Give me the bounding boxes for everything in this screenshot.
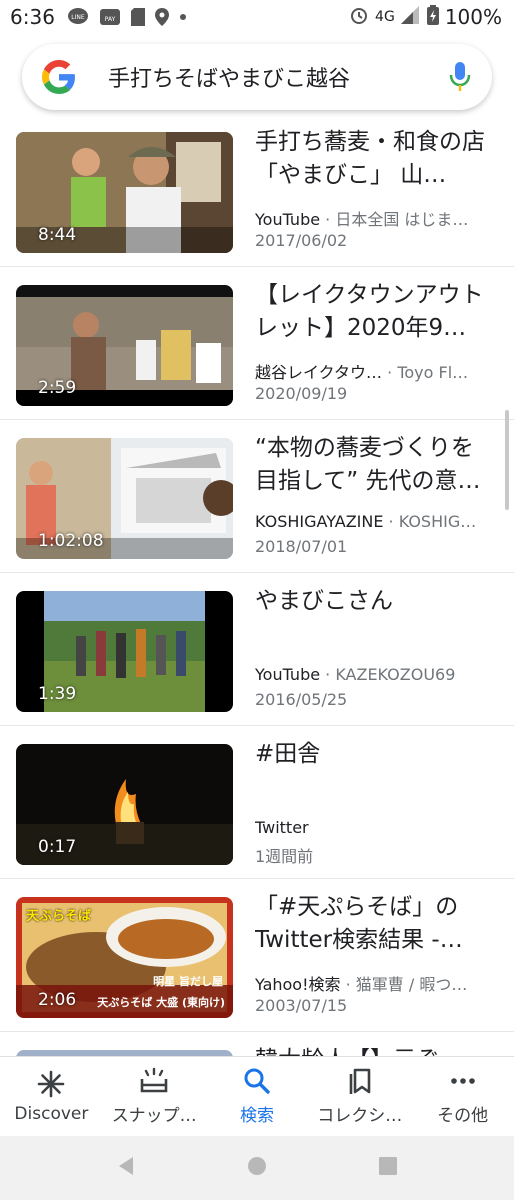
search-icon [242, 1067, 272, 1095]
network-label: 4G [375, 9, 395, 25]
video-duration: 0:17 [38, 837, 77, 857]
sd-card-icon [130, 8, 145, 26]
channel-name: 日本全国 はじま… [335, 210, 469, 229]
nav-label: 検索 [239, 1106, 274, 1126]
result-item[interactable]: 2:59 【レイクタウンアウトレット】2020年9… 越谷レイクタウ… · To… [0, 267, 514, 420]
result-source: KOSHIGAYAZINE · KOSHIG… [255, 512, 477, 531]
video-thumbnail[interactable]: 8:44 [16, 132, 233, 253]
results-list: 8:44 手打ち蕎麦・和食の店「やまびこ」 山… YouTube · 日本全国 … [0, 114, 514, 1056]
result-title[interactable]: 韓大龄人【】元ぞ… [255, 1044, 495, 1056]
result-item[interactable]: 8:44 手打ち蕎麦・和食の店「やまびこ」 山… YouTube · 日本全国 … [0, 114, 514, 267]
nav-discover[interactable]: Discover [0, 1057, 103, 1136]
video-thumbnail[interactable]: 2:59 [16, 285, 233, 406]
status-bar: 6:36 LINE PAY 4G 100% [0, 0, 514, 34]
video-thumbnail[interactable]: 0:17 [16, 744, 233, 865]
result-item[interactable]: 0:17 #田舎 Twitter 1週間前 [0, 726, 514, 879]
result-item[interactable]: 1:02:08 “本物の蕎麦づくりを目指して” 先代の意… KOSHIGAYAZ… [0, 420, 514, 573]
line-app-icon: LINE [67, 7, 89, 27]
home-icon[interactable] [246, 1155, 268, 1181]
result-title[interactable]: 手打ち蕎麦・和食の店「やまびこ」 山… [255, 126, 495, 192]
result-source: Yahoo!検索 · 猫軍曹 / 暇つ… [255, 975, 468, 994]
video-duration: 2:06 [38, 990, 77, 1010]
result-title[interactable]: “本物の蕎麦づくりを目指して” 先代の意… [255, 432, 495, 498]
source-name: KOSHIGAYAZINE [255, 512, 384, 531]
source-name: 越谷レイクタウ… [255, 363, 383, 382]
alarm-icon [349, 5, 369, 30]
notification-dot-icon [179, 13, 187, 21]
result-title[interactable]: 【レイクタウンアウトレット】2020年9… [255, 279, 495, 345]
location-icon [154, 8, 169, 26]
nav-more[interactable]: その他 [411, 1057, 514, 1136]
video-thumbnail[interactable]: 天ぷらそば 明星 旨だし屋 天ぷらそば 大盛 (東向け) 2:06 [16, 897, 233, 1018]
thumb-product-text: 天ぷらそば 大盛 (東向け) [97, 996, 225, 1009]
result-source: YouTube · KAZEKOZOU69 [255, 665, 456, 684]
video-thumbnail[interactable]: 1:39 [16, 591, 233, 712]
scrollbar[interactable] [505, 410, 509, 510]
result-source: 越谷レイクタウ… · Toyo Fl… [255, 363, 469, 382]
source-name: Yahoo!検索 [255, 975, 341, 994]
microphone-icon[interactable] [448, 60, 472, 94]
result-item[interactable]: 韓大龄人【】元ぞ… [0, 1032, 514, 1056]
search-query[interactable]: 手打ちそばやまびこ越谷 [108, 61, 448, 93]
snapshot-icon [139, 1067, 169, 1095]
svg-text:PAY: PAY [105, 16, 116, 23]
asterisk-icon [36, 1070, 66, 1098]
result-title[interactable]: 「#天ぷらそば」のTwitter検索結果 -… [255, 891, 495, 957]
search-box[interactable]: 手打ちそばやまびこ越谷 [22, 44, 492, 110]
battery-percent: 100% [444, 5, 502, 29]
channel-name: Toyo Fl… [397, 363, 469, 382]
result-title[interactable]: やまびこさん [255, 585, 495, 618]
source-name: Twitter [255, 818, 309, 837]
result-title[interactable]: #田舎 [255, 738, 495, 771]
nav-label: コレクシ… [317, 1106, 403, 1126]
nav-collections[interactable]: コレクシ… [308, 1057, 411, 1136]
more-icon [448, 1067, 478, 1095]
collections-icon [345, 1067, 375, 1095]
status-time: 6:36 [10, 5, 55, 29]
video-duration: 1:39 [38, 684, 77, 704]
nav-search[interactable]: 検索 [206, 1057, 309, 1136]
nav-label: Discover [14, 1103, 89, 1124]
thumb-brand-text: 明星 旨だし屋 [153, 975, 223, 988]
nav-label: その他 [437, 1106, 489, 1126]
result-source: Twitter [255, 818, 495, 837]
video-thumbnail[interactable]: 1:02:08 [16, 438, 233, 559]
result-item[interactable]: 天ぷらそば 明星 旨だし屋 天ぷらそば 大盛 (東向け) 2:06 「#天ぷらそ… [0, 879, 514, 1032]
channel-name: 猫軍曹 / 暇つ… [355, 975, 468, 994]
channel-name: KAZEKOZOU69 [335, 665, 456, 684]
system-navigation-bar [0, 1136, 514, 1200]
recents-icon[interactable] [377, 1155, 399, 1181]
result-source: YouTube · 日本全国 はじま… [255, 210, 469, 229]
result-item[interactable]: 1:39 やまびこさん YouTube · KAZEKOZOU69 2016/0… [0, 573, 514, 726]
bottom-navigation: Discover スナップ… 検索 コレクシ… その他 [0, 1056, 514, 1136]
thumb-banner-text: 天ぷらそば [26, 909, 92, 924]
result-date: 2018/07/01 [255, 537, 348, 556]
result-date: 1週間前 [255, 847, 314, 866]
back-icon[interactable] [115, 1155, 137, 1181]
battery-icon [426, 4, 439, 30]
video-duration: 8:44 [38, 225, 77, 245]
nav-snapshot[interactable]: スナップ… [103, 1057, 206, 1136]
pay-app-icon: PAY [99, 7, 121, 27]
video-duration: 2:59 [38, 378, 77, 398]
signal-icon [400, 5, 421, 29]
result-date: 2017/06/02 [255, 231, 348, 250]
nav-label: スナップ… [111, 1106, 197, 1126]
source-name: YouTube [255, 210, 321, 229]
channel-name: KOSHIG… [398, 512, 477, 531]
result-date: 2016/05/25 [255, 690, 348, 709]
google-logo-icon [42, 60, 76, 94]
svg-text:LINE: LINE [71, 14, 85, 21]
source-name: YouTube [255, 665, 321, 684]
video-duration: 1:02:08 [38, 531, 104, 551]
result-date: 2020/09/19 [255, 384, 348, 403]
result-date: 2003/07/15 [255, 996, 348, 1015]
